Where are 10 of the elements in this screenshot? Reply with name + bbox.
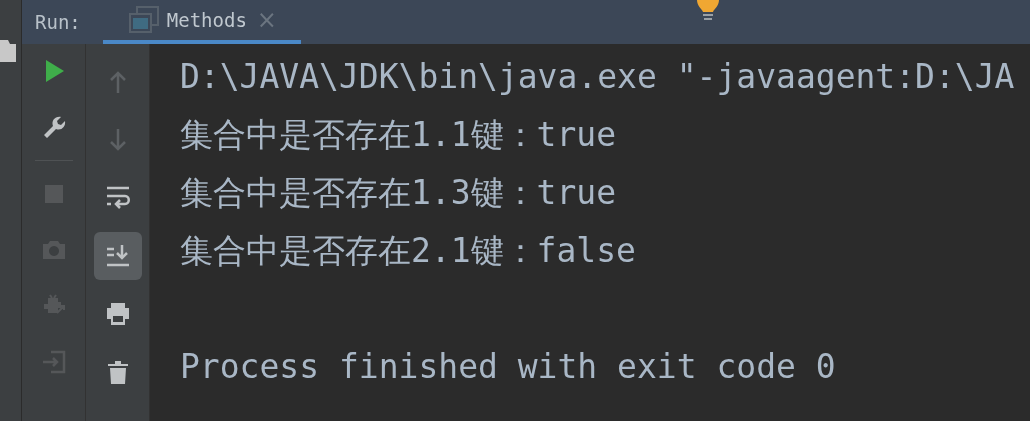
console-line: 集合中是否存在1.1键：true bbox=[180, 115, 617, 154]
run-label: Run: bbox=[35, 11, 81, 33]
console-line: D:\JAVA\JDK\bin\java.exe "-javaagent:D:\JA bbox=[180, 57, 1015, 96]
window-icon bbox=[128, 6, 159, 34]
folder-icon[interactable] bbox=[0, 40, 16, 62]
scroll-to-end-icon[interactable] bbox=[93, 232, 142, 280]
console-line: 集合中是否存在2.1键：false bbox=[180, 231, 636, 270]
console-line: 集合中是否存在1.3键：true bbox=[180, 173, 617, 212]
lightbulb-icon[interactable] bbox=[697, 0, 719, 22]
exit-message: Process finished with exit code 0 bbox=[180, 347, 836, 386]
